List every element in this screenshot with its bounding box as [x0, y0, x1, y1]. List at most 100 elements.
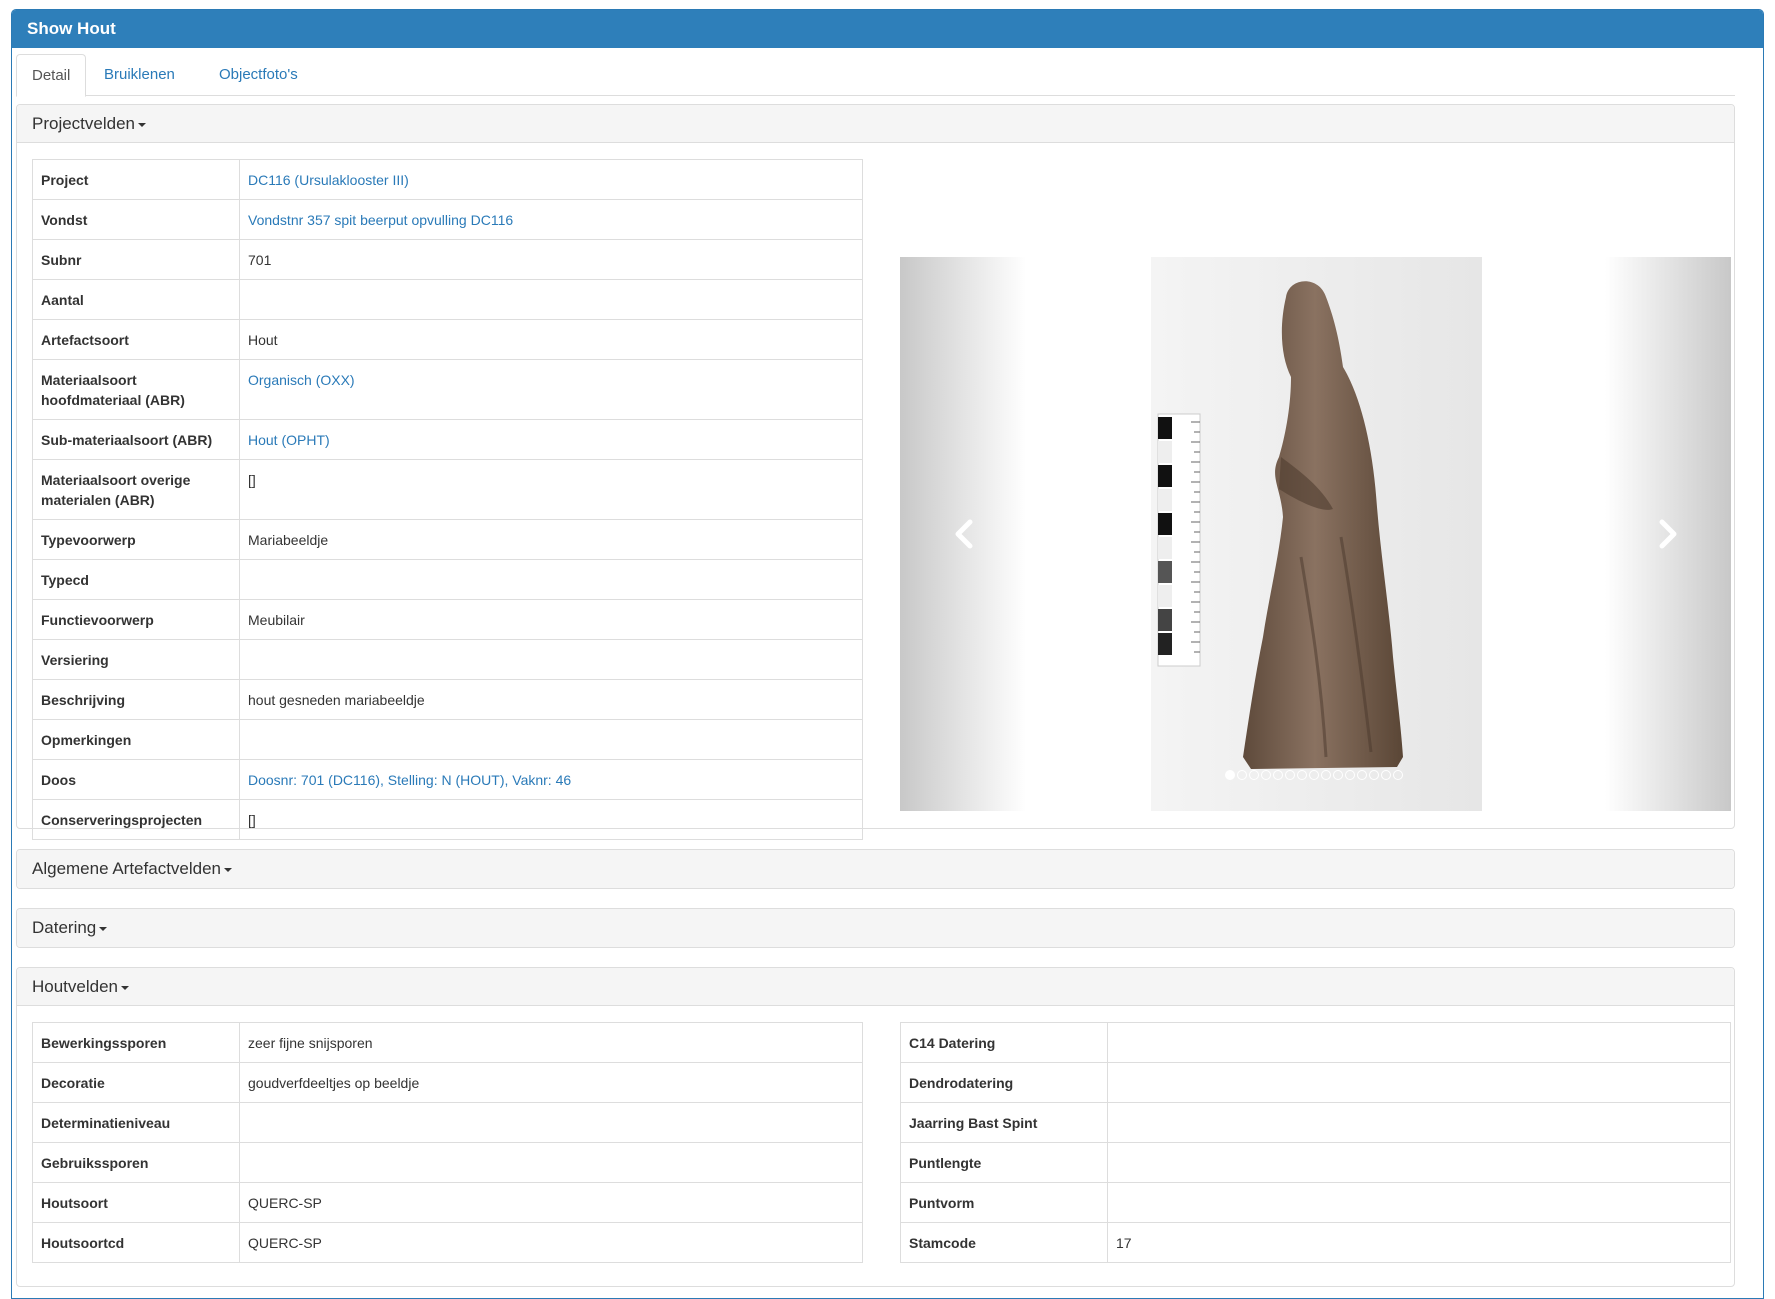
- table-row: Doos Doosnr: 701 (DC116), Stelling: N (HO…: [32, 759, 863, 800]
- field-value: [239, 1102, 863, 1143]
- table-row: Beschrijving hout gesneden mariabeeldje: [32, 679, 863, 720]
- statue-image: [1151, 257, 1482, 811]
- carousel-indicator-dot[interactable]: [1261, 770, 1271, 780]
- carousel-indicator-dot[interactable]: [1273, 770, 1283, 780]
- table-row: Typevoorwerp Mariabeeldje: [32, 519, 863, 560]
- table-row: Opmerkingen: [32, 719, 863, 760]
- table-row: C14 Datering: [900, 1022, 1731, 1063]
- field-value: Hout: [239, 319, 863, 360]
- table-row: Stamcode 17: [900, 1222, 1731, 1263]
- field-label: Beschrijving: [32, 679, 240, 720]
- carousel-indicator-dot[interactable]: [1225, 770, 1235, 780]
- field-label: Houtsoortcd: [32, 1222, 240, 1263]
- carousel-indicator-dot[interactable]: [1321, 770, 1331, 780]
- table-row: Materiaalsoort hoofdmateriaal (ABR) Organ…: [32, 359, 863, 420]
- field-value: 701: [239, 239, 863, 280]
- chevron-right-icon[interactable]: [1652, 517, 1682, 551]
- field-value: [239, 1142, 863, 1183]
- carousel-indicator-dot[interactable]: [1237, 770, 1247, 780]
- field-value: [239, 279, 863, 320]
- project-fields-table: Project DC116 (Ursulaklooster III) Vondst V…: [32, 159, 863, 840]
- field-label: Typecd: [32, 559, 240, 600]
- tab-bar: Detail Bruiklenen Objectfoto's: [16, 54, 1735, 97]
- field-value: []: [239, 799, 863, 840]
- field-label: C14 Datering: [900, 1022, 1108, 1063]
- field-label: Puntvorm: [900, 1182, 1108, 1223]
- datering-title: Datering: [32, 918, 97, 937]
- table-row: Materiaalsoort overige materialen (ABR)[…: [32, 459, 863, 520]
- field-value: [1107, 1022, 1731, 1063]
- table-row: Typecd: [32, 559, 863, 600]
- datering-section: Datering: [16, 908, 1735, 948]
- table-row: Project DC116 (Ursulaklooster III): [32, 159, 863, 200]
- field-label: Functievoorwerp: [32, 599, 240, 640]
- carousel-indicator-dot[interactable]: [1333, 770, 1343, 780]
- algemene-artefactvelden-title: Algemene Artefactvelden: [32, 859, 222, 878]
- field-value: QUERC-SP: [239, 1222, 863, 1263]
- field-label: Materiaalsoort hoofdmateriaal (ABR): [32, 359, 240, 420]
- photo-carousel: [900, 257, 1731, 811]
- field-value: [1107, 1182, 1731, 1223]
- field-value: [239, 559, 863, 600]
- field-value-link[interactable]: Organisch (OXX): [239, 359, 863, 420]
- field-value: goudverfdeeltjes op beeldje: [239, 1062, 863, 1103]
- datering-toggle[interactable]: Datering: [17, 909, 1734, 947]
- carousel-indicator-dot[interactable]: [1381, 770, 1391, 780]
- table-row: Vondst Vondstnr 357 spit beerput opvullin…: [32, 199, 863, 240]
- field-label: Conserveringsprojecten: [32, 799, 240, 840]
- field-value: Meubilair: [239, 599, 863, 640]
- houtvelden-toggle[interactable]: Houtvelden: [17, 968, 1734, 1006]
- table-row: Dendrodatering: [900, 1062, 1731, 1103]
- carousel-indicator-dot[interactable]: [1249, 770, 1259, 780]
- field-value-link[interactable]: Hout (OPHT): [239, 419, 863, 460]
- table-row: Puntvorm: [900, 1182, 1731, 1223]
- field-value-link[interactable]: Vondstnr 357 spit beerput opvulling DC11…: [239, 199, 863, 240]
- tab-bruiklenen[interactable]: Bruiklenen: [89, 54, 190, 97]
- field-label: Jaarring Bast Spint: [900, 1102, 1108, 1143]
- table-row: Sub-materiaalsoort (ABR) Hout (OPHT): [32, 419, 863, 460]
- field-label: Subnr: [32, 239, 240, 280]
- field-label: Stamcode: [900, 1222, 1108, 1263]
- field-value: [1107, 1142, 1731, 1183]
- field-label: Houtsoort: [32, 1182, 240, 1223]
- table-row: Decoratie goudverfdeeltjes op beeldje: [32, 1062, 863, 1103]
- tab-detail[interactable]: Detail: [16, 54, 87, 97]
- projectvelden-toggle[interactable]: Projectvelden: [17, 105, 1734, 143]
- scale-bar: [1157, 413, 1201, 667]
- table-row: Functievoorwerp Meubilair: [32, 599, 863, 640]
- field-value-link[interactable]: Doosnr: 701 (DC116), Stelling: N (HOUT),…: [239, 759, 863, 800]
- carousel-indicator-dot[interactable]: [1345, 770, 1355, 780]
- field-value: [239, 719, 863, 760]
- carousel-indicator-dot[interactable]: [1285, 770, 1295, 780]
- algemene-artefactvelden-section: Algemene Artefactvelden: [16, 849, 1735, 889]
- carousel-indicator-dot[interactable]: [1309, 770, 1319, 780]
- field-value: zeer fijne snijsporen: [239, 1022, 863, 1063]
- table-row: Artefactsoort Hout: [32, 319, 863, 360]
- carousel-indicators: [1225, 767, 1405, 780]
- field-label: Determinatieniveau: [32, 1102, 240, 1143]
- field-value: [1107, 1102, 1731, 1143]
- tab-objectfotos[interactable]: Objectfoto's: [204, 54, 313, 97]
- field-label: Dendrodatering: [900, 1062, 1108, 1103]
- carousel-indicator-dot[interactable]: [1297, 770, 1307, 780]
- table-row: Houtsoortcd QUERC-SP: [32, 1222, 863, 1263]
- field-label: Opmerkingen: [32, 719, 240, 760]
- algemene-artefactvelden-toggle[interactable]: Algemene Artefactvelden: [17, 850, 1734, 888]
- caret-down-icon: [99, 926, 108, 931]
- table-row: Bewerkingssporen zeer fijne snijsporen: [32, 1022, 863, 1063]
- hout-fields-left-table: Bewerkingssporen zeer fijne snijsporen Dec…: [32, 1022, 863, 1263]
- field-label: Vondst: [32, 199, 240, 240]
- carousel-indicator-dot[interactable]: [1369, 770, 1379, 780]
- panel-title: Show Hout: [12, 10, 1763, 48]
- projectvelden-section: Projectvelden Project DC116 (Ursulakloost…: [16, 104, 1735, 840]
- chevron-left-icon[interactable]: [950, 517, 980, 551]
- field-value-link[interactable]: DC116 (Ursulaklooster III): [239, 159, 863, 200]
- carousel-indicator-dot[interactable]: [1393, 770, 1403, 780]
- table-row: Subnr 701: [32, 239, 863, 280]
- field-label: Puntlengte: [900, 1142, 1108, 1183]
- hout-fields-right-table: C14 Datering Dendrodatering Jaarring Bast …: [900, 1022, 1731, 1263]
- caret-down-icon: [224, 867, 233, 872]
- projectvelden-title: Projectvelden: [32, 114, 136, 133]
- field-value: []: [239, 459, 863, 520]
- carousel-indicator-dot[interactable]: [1357, 770, 1367, 780]
